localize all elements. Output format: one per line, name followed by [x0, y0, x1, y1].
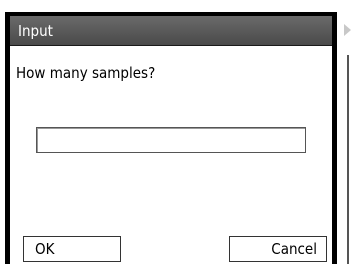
- background-window-edge: [347, 55, 353, 264]
- screen: Input How many samples? OK Cancel: [0, 0, 353, 264]
- dialog-title: Input: [10, 16, 332, 46]
- samples-input[interactable]: [36, 127, 306, 153]
- ok-button[interactable]: OK: [23, 236, 121, 262]
- background-window-strip: [0, 0, 353, 12]
- cancel-button[interactable]: Cancel: [229, 236, 327, 262]
- input-dialog: Input How many samples? OK Cancel: [5, 12, 337, 264]
- scroll-arrow-icon: [344, 24, 351, 36]
- dialog-prompt: How many samples?: [16, 64, 156, 82]
